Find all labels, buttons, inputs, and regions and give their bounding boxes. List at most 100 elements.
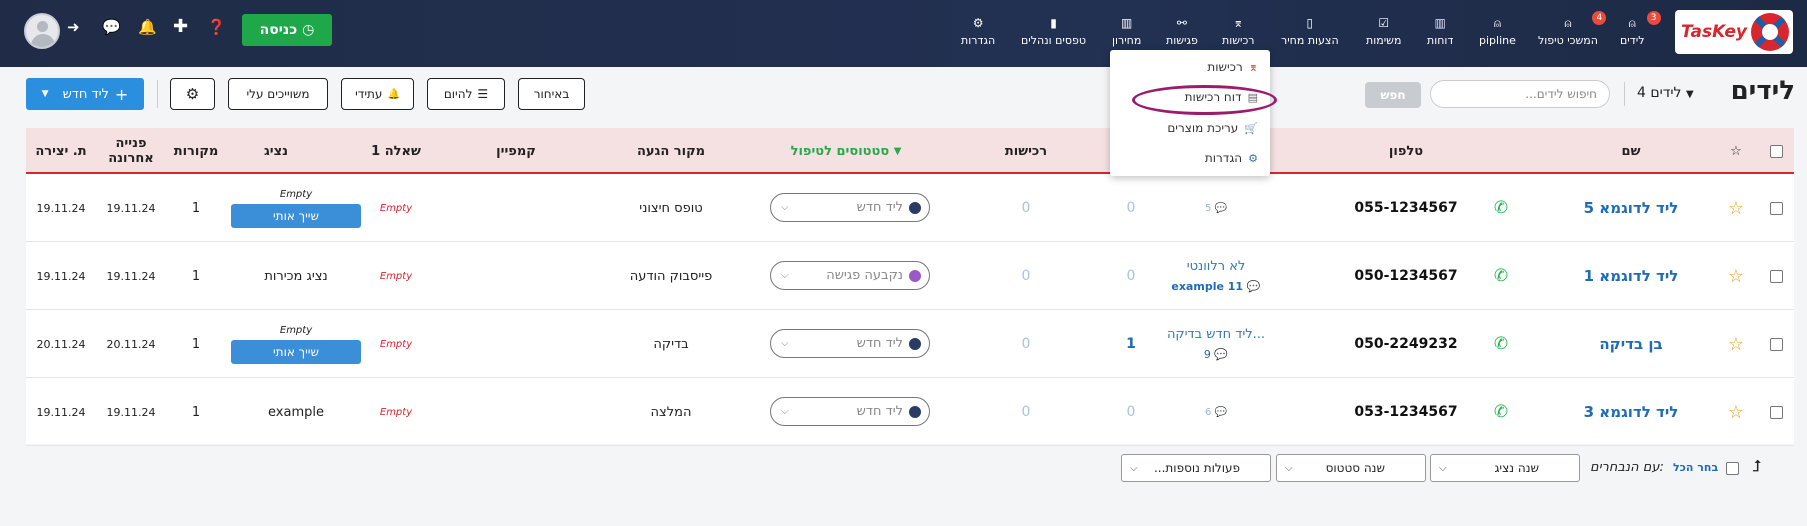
phone-number[interactable]: 055-1234567 — [1326, 174, 1486, 242]
nav-item-followups[interactable]: ⍝ 4 המשכי טיפול — [1538, 11, 1607, 54]
star-icon[interactable]: ☆ — [1716, 174, 1756, 242]
tasks-cell[interactable]: לא רלוונטי example 11 💬 — [1166, 242, 1266, 310]
dropdown-item-edit-products[interactable]: 🛒 עריכת מוצרים — [1167, 121, 1258, 135]
sources-count: 1 — [191, 268, 201, 284]
page-title: לידים — [1730, 76, 1795, 106]
avatar[interactable] — [24, 13, 60, 49]
star-icon[interactable]: ☆ — [1716, 242, 1756, 310]
header-rep[interactable]: נציג — [226, 128, 326, 174]
chevron-down-icon: ⌵ — [781, 338, 789, 349]
nav-item-reports[interactable]: ▥ דוחות — [1427, 14, 1453, 54]
change-status-select[interactable]: שנה סטטוס ⌵ — [1276, 454, 1426, 482]
header-campaign[interactable]: קמפיין — [461, 128, 571, 174]
nav-item-leads[interactable]: ⍝ 3 לידים — [1620, 11, 1661, 54]
header-last-contact[interactable]: פנייה אחרונה — [96, 128, 166, 174]
nav-item-pricelist[interactable]: ▥ מחירון — [1112, 14, 1141, 54]
nav-item-quotes[interactable]: ▯ הצעות מחיר — [1281, 14, 1339, 54]
users-icon: ⍝ 3 — [1629, 11, 1661, 32]
filter-late-button[interactable]: באיחור — [518, 78, 585, 110]
tasks-cell[interactable]: 6 💬 — [1166, 378, 1266, 446]
header-status[interactable]: סטטוסים לטיפול ▼ — [766, 128, 926, 174]
row-checkbox[interactable] — [1759, 310, 1794, 378]
purchases-count: 0 — [1021, 268, 1031, 284]
source-value: בדיקה — [653, 336, 689, 352]
lead-name-link[interactable]: ליד לדוגמא 5 — [1546, 174, 1716, 242]
select-all-header-checkbox[interactable] — [1759, 128, 1794, 174]
logout-icon[interactable]: ➜ — [67, 18, 80, 36]
purchases-count: 0 — [1021, 404, 1031, 420]
header-sources[interactable]: מקורות — [166, 128, 226, 174]
filter-future-button[interactable]: עתידי 🔔 — [341, 78, 414, 110]
header-question[interactable]: שאלה 1 — [346, 128, 446, 174]
table-row[interactable]: ☆ ליד לדוגמא 5 ✆ 055-1234567 5 💬 0 0 ליד… — [26, 174, 1794, 242]
taskey-logo[interactable]: TasKey — [1675, 10, 1793, 54]
checkbox-icon: ☑ — [1378, 16, 1390, 30]
status-select[interactable]: ליד חדש ⌵ — [770, 329, 930, 358]
phone-number[interactable]: 050-2249232 — [1326, 310, 1486, 378]
nav-item-tasks[interactable]: ☑ משימות — [1366, 14, 1401, 54]
lead-count-dropdown[interactable]: 4 לידים ▼ — [1637, 85, 1694, 101]
chevron-down-icon: ⌵ — [1130, 462, 1138, 474]
comments-icon: 💬 — [1214, 202, 1227, 214]
rep-cell: Empty שייך אותי — [226, 174, 366, 242]
arrow-up-icon: ⮥ — [1752, 456, 1762, 475]
highlight-circle — [1132, 85, 1277, 115]
nav-item-settings[interactable]: ⚙ הגדרות — [961, 14, 995, 54]
row-checkbox[interactable] — [1759, 174, 1794, 242]
nav-item-forms[interactable]: ▮ טפסים ונהלים — [1021, 14, 1086, 54]
row-checkbox[interactable] — [1759, 378, 1794, 446]
search-button[interactable]: חפש — [1365, 82, 1421, 108]
barcode-icon: ▥ — [1120, 16, 1133, 30]
bell-icon[interactable]: 🔔 — [138, 18, 157, 36]
new-lead-button[interactable]: ▼ ליד חדש + — [26, 78, 144, 110]
assign-me-button[interactable]: שייך אותי — [231, 203, 361, 228]
tasks-cell[interactable]: 5 💬 — [1166, 174, 1266, 242]
nav-item-meetings[interactable]: ⚯ פגישות — [1166, 14, 1198, 54]
star-icon[interactable]: ☆ — [1716, 310, 1756, 378]
column-settings-button[interactable]: ⚙ — [170, 78, 215, 110]
phone-number[interactable]: 050-1234567 — [1326, 242, 1486, 310]
last-contact-date: 20.11.24 — [106, 337, 156, 351]
select-all-checkbox[interactable] — [1726, 462, 1739, 475]
more-actions-select[interactable]: פעולות נוספות... ⌵ — [1121, 454, 1271, 482]
header-created[interactable]: ת. יצירה — [26, 128, 96, 174]
table-row[interactable]: ☆ ליד לדוגמא 3 ✆ 053-1234567 6 💬 0 0 ליד… — [26, 378, 1794, 446]
select-all-link[interactable]: בחר הכל — [1673, 461, 1718, 474]
nav-item-purchases[interactable]: ⌆ רכישות — [1222, 14, 1255, 54]
star-icon[interactable]: ☆ — [1716, 378, 1756, 446]
header-phone[interactable]: טלפון — [1326, 128, 1486, 174]
campaign-value — [461, 310, 571, 378]
phone-number[interactable]: 053-1234567 — [1326, 378, 1486, 446]
row-checkbox[interactable] — [1759, 242, 1794, 310]
table-row[interactable]: ☆ ליד לדוגמא 1 ✆ 050-1234567 לא רלוונטי … — [26, 242, 1794, 310]
header-source[interactable]: מקור הגעה — [596, 128, 746, 174]
search-input[interactable]: חיפוש לידים... — [1430, 80, 1610, 108]
filter-assigned-to-me-button[interactable]: משוייכים עלי — [228, 78, 328, 110]
chat-icon[interactable]: 💬 — [102, 18, 121, 36]
header-purchases[interactable]: רכישות — [976, 128, 1076, 174]
lead-name-link[interactable]: בן בדיקה — [1546, 310, 1716, 378]
checkin-button[interactable]: כניסה ◷ — [242, 14, 332, 46]
nav-item-pipeline[interactable]: ⍝ pipline — [1479, 14, 1516, 54]
header-name[interactable]: שם — [1546, 128, 1716, 174]
lead-name-link[interactable]: ליד לדוגמא 1 — [1546, 242, 1716, 310]
filter-today-button[interactable]: להיום ☰ — [427, 78, 505, 110]
status-dot — [909, 337, 921, 350]
chevron-down-icon: ⌵ — [781, 202, 789, 213]
help-icon[interactable]: ❓ — [207, 18, 226, 36]
status-select[interactable]: נקבעה פגישה ⌵ — [770, 261, 930, 290]
status-select[interactable]: ליד חדש ⌵ — [770, 397, 930, 426]
file-icon: ▯ — [1306, 16, 1314, 30]
assign-me-button[interactable]: שייך אותי — [231, 339, 361, 364]
change-rep-select[interactable]: שנה נציג ⌵ — [1430, 454, 1580, 482]
tasks-cell[interactable]: ליד חדש בדיקה... 9 💬 — [1166, 310, 1266, 378]
last-contact-date: 19.11.24 — [106, 201, 156, 215]
purchases-count: 0 — [1021, 336, 1031, 352]
plus-icon[interactable]: ✚ — [173, 16, 188, 37]
dropdown-item-settings[interactable]: ⚙ הגדרות — [1205, 151, 1258, 165]
comments-icon: 💬 — [1214, 406, 1227, 418]
table-row[interactable]: ☆ בן בדיקה ✆ 050-2249232 ליד חדש בדיקה..… — [26, 310, 1794, 378]
dropdown-item-purchases[interactable]: ⌆ רכישות — [1207, 60, 1258, 74]
status-select[interactable]: ליד חדש ⌵ — [770, 193, 930, 222]
lead-name-link[interactable]: ליד לדוגמא 3 — [1546, 378, 1716, 446]
